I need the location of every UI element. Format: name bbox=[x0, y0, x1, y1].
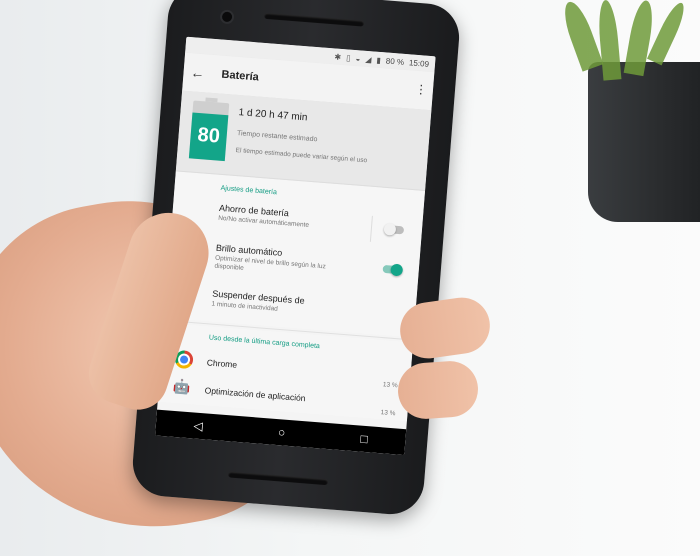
battery-icon: ▮ bbox=[376, 55, 382, 65]
android-icon: 🤖 bbox=[172, 377, 191, 396]
time-estimate-note: El tiempo estimado puede variar según el… bbox=[235, 146, 368, 165]
app-usage-percent: 13 % bbox=[380, 409, 396, 418]
time-remaining-label: Tiempo restante estimado bbox=[236, 130, 318, 144]
front-camera bbox=[221, 11, 233, 23]
clock: 15:09 bbox=[408, 57, 430, 69]
wifi-icon: ◒ bbox=[355, 53, 361, 63]
bluetooth-icon: ✱ bbox=[334, 51, 342, 62]
auto-brightness-toggle[interactable] bbox=[382, 263, 404, 277]
vibrate-icon: ▯ bbox=[345, 52, 351, 63]
battery-percent: 80 % bbox=[385, 55, 405, 67]
back-triangle-icon[interactable]: ◁ bbox=[193, 419, 203, 434]
battery-saver-toggle[interactable] bbox=[383, 222, 405, 236]
app-usage-percent: 13 % bbox=[382, 381, 398, 390]
bottom-speaker bbox=[227, 471, 329, 486]
time-remaining: 1 d 20 h 47 min bbox=[238, 107, 308, 124]
finger bbox=[396, 359, 480, 421]
battery-level-fill: 80 bbox=[188, 112, 229, 162]
more-vert-icon[interactable]: ⋮ bbox=[414, 82, 427, 97]
top-speaker bbox=[264, 12, 365, 27]
signal-icon: ◢ bbox=[365, 54, 372, 64]
recents-square-icon[interactable]: □ bbox=[360, 432, 368, 447]
usage-section: Uso desde la última carga completa Chrom… bbox=[157, 322, 414, 422]
arrow-back-icon[interactable]: ← bbox=[183, 64, 212, 82]
home-circle-icon[interactable]: ○ bbox=[277, 425, 285, 440]
plant bbox=[558, 0, 700, 230]
battery-level-icon: 80 bbox=[188, 97, 230, 162]
page-title: Batería bbox=[221, 68, 260, 84]
